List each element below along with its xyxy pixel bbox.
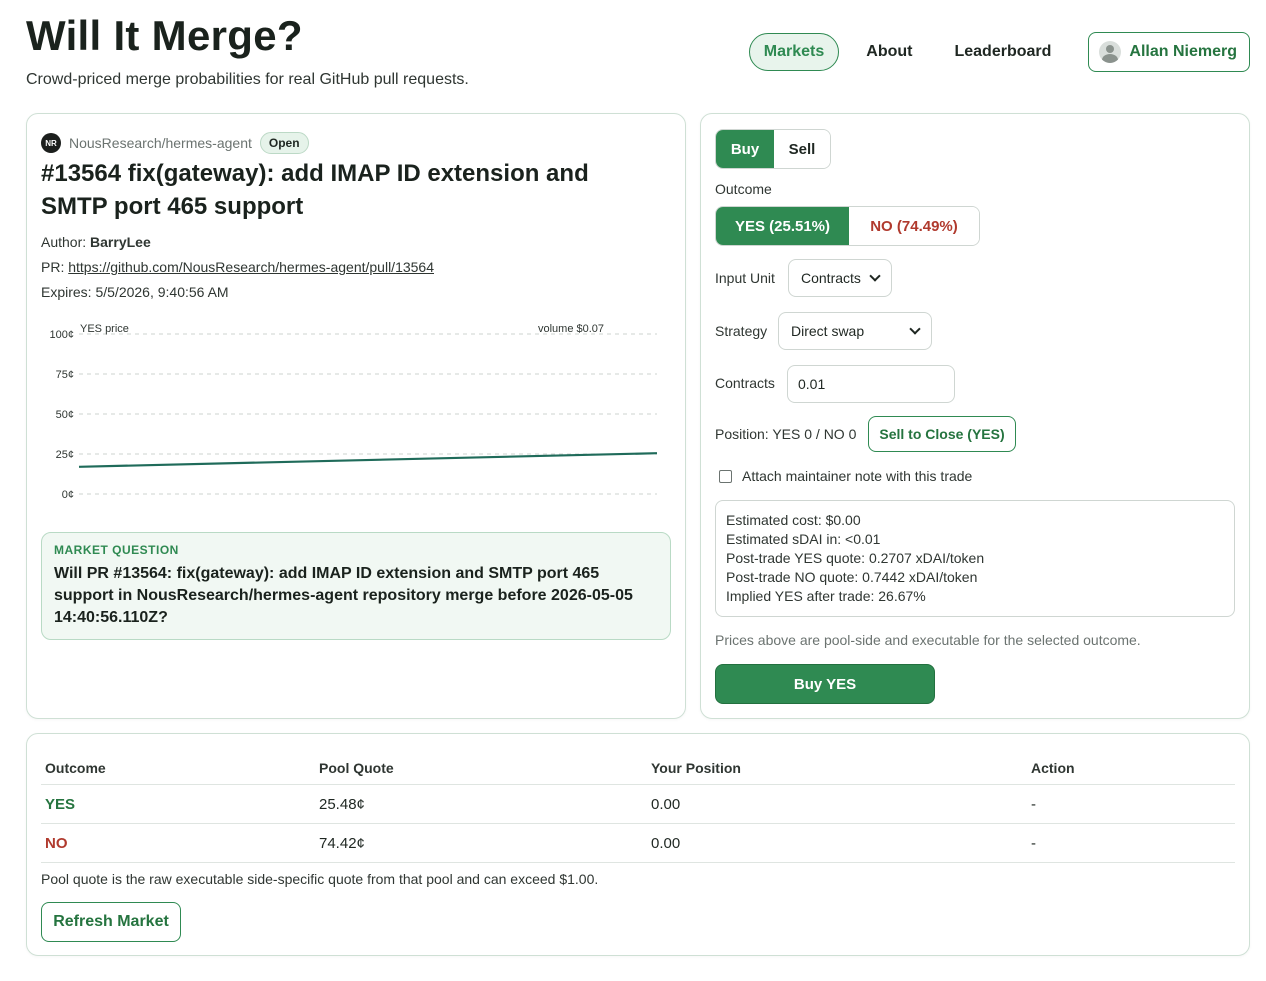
user-menu-button[interactable]: Allan Niemerg bbox=[1088, 32, 1250, 72]
outcome-label: Outcome bbox=[715, 181, 772, 197]
y-tick-label: 50¢ bbox=[56, 409, 74, 421]
estimate-line: Implied YES after trade: 26.67% bbox=[726, 588, 926, 604]
col-pool-quote: Pool Quote bbox=[319, 760, 394, 776]
market-question-text: Will PR #13564: fix(gateway): add IMAP I… bbox=[54, 565, 633, 626]
pr-link[interactable]: https://github.com/NousResearch/hermes-a… bbox=[68, 259, 434, 275]
pr-link-label: PR: bbox=[41, 259, 65, 275]
sell-to-close-button[interactable]: Sell to Close (YES) bbox=[868, 416, 1016, 452]
table-header: Outcome Pool Quote Your Position Action bbox=[41, 752, 1235, 785]
contracts-label: Contracts bbox=[715, 375, 775, 391]
sell-tab[interactable]: Sell bbox=[774, 130, 830, 168]
y-tick-label: 0¢ bbox=[62, 489, 74, 501]
buy-tab[interactable]: Buy bbox=[716, 130, 774, 168]
y-tick-label: 75¢ bbox=[56, 369, 74, 381]
market-question-label: MARKET QUESTION bbox=[54, 543, 179, 557]
strategy-label: Strategy bbox=[715, 323, 768, 339]
status-badge: Open bbox=[259, 132, 309, 154]
chevron-down-icon bbox=[869, 270, 881, 282]
attach-note-label: Attach maintainer note with this trade bbox=[742, 468, 973, 484]
outcome-toggle: YES (25.51%) NO (74.49%) bbox=[715, 206, 980, 246]
market-question-box: MARKET QUESTION Will PR #13564: fix(gate… bbox=[41, 532, 671, 640]
nav-markets[interactable]: Markets bbox=[748, 33, 840, 71]
chart-volume-label: volume $0.07 bbox=[538, 323, 604, 335]
trade-estimates: Estimated cost: $0.00 Estimated sDAI in:… bbox=[715, 500, 1235, 617]
y-tick-label: 25¢ bbox=[56, 449, 74, 461]
yes-outcome-button[interactable]: YES (25.51%) bbox=[716, 207, 849, 245]
author-name: BarryLee bbox=[90, 234, 151, 250]
estimate-line: Post-trade YES quote: 0.2707 xDAI/token bbox=[726, 550, 985, 566]
header: Will It Merge? Crowd-priced merge probab… bbox=[26, 12, 1250, 102]
row-action: - bbox=[1031, 834, 1036, 852]
estimate-line: Post-trade NO quote: 0.7442 xDAI/token bbox=[726, 569, 978, 585]
prices-note: Prices above are pool-side and executabl… bbox=[715, 632, 1141, 648]
author-label: Author: bbox=[41, 234, 87, 250]
row-quote: 74.42¢ bbox=[319, 834, 365, 852]
table-row: YES 25.48¢ 0.00 - bbox=[41, 785, 1235, 824]
repo-name: NousResearch/hermes-agent bbox=[69, 135, 252, 151]
pool-table: Outcome Pool Quote Your Position Action … bbox=[41, 752, 1235, 863]
no-outcome-button[interactable]: NO (74.49%) bbox=[849, 207, 979, 245]
price-chart-svg: 100¢ 75¢ 50¢ 25¢ 0¢ YES price volume $0.07 bbox=[50, 323, 658, 501]
attach-note-checkbox[interactable] bbox=[719, 469, 732, 483]
input-unit-label: Input Unit bbox=[715, 270, 775, 286]
input-unit-value: Contracts bbox=[801, 270, 861, 286]
strategy-value: Direct swap bbox=[791, 323, 865, 339]
buy-sell-toggle: Buy Sell bbox=[715, 129, 831, 169]
author-line: Author: BarryLee bbox=[41, 234, 151, 250]
price-chart: 100¢ 75¢ 50¢ 25¢ 0¢ YES price volume $0.07 bbox=[41, 314, 671, 514]
chevron-down-icon bbox=[909, 323, 921, 335]
site-title: Will It Merge? bbox=[26, 12, 303, 59]
repo-logo-icon: NR bbox=[41, 133, 61, 153]
position-text: Position: YES 0 / NO 0 bbox=[715, 426, 857, 442]
estimate-line: Estimated cost: $0.00 bbox=[726, 512, 861, 528]
pr-link-line: PR: https://github.com/NousResearch/herm… bbox=[41, 259, 434, 275]
refresh-market-button[interactable]: Refresh Market bbox=[41, 902, 181, 942]
col-action: Action bbox=[1031, 760, 1075, 776]
chart-legend-label: YES price bbox=[80, 323, 129, 335]
yes-price-line bbox=[78, 452, 658, 468]
row-position: 0.00 bbox=[651, 834, 681, 852]
table-row: NO 74.42¢ 0.00 - bbox=[41, 824, 1235, 863]
y-tick-label: 100¢ bbox=[50, 329, 74, 341]
avatar-icon bbox=[1099, 41, 1122, 63]
pool-note: Pool quote is the raw executable side-sp… bbox=[41, 871, 599, 887]
attach-note-row: Attach maintainer note with this trade bbox=[719, 468, 972, 484]
col-outcome: Outcome bbox=[45, 760, 106, 776]
row-quote: 25.48¢ bbox=[319, 795, 365, 813]
strategy-select[interactable]: Direct swap bbox=[778, 312, 932, 350]
estimate-line: Estimated sDAI in: <0.01 bbox=[726, 531, 881, 547]
contracts-input[interactable]: 0.01 bbox=[787, 365, 955, 403]
site-subtitle: Crowd-priced merge probabilities for rea… bbox=[26, 71, 469, 88]
input-unit-select[interactable]: Contracts bbox=[788, 259, 892, 297]
trade-card: Buy Sell Outcome YES (25.51%) NO (74.49%… bbox=[700, 113, 1250, 719]
user-name: Allan Niemerg bbox=[1129, 43, 1237, 60]
nav-about[interactable]: About bbox=[851, 33, 927, 71]
main-nav: Markets About Leaderboard Allan Niemerg bbox=[748, 32, 1250, 72]
pr-title: #13564 fix(gateway): add IMAP ID extensi… bbox=[41, 160, 589, 220]
col-your-position: Your Position bbox=[651, 760, 741, 776]
expires-line: Expires: 5/5/2026, 9:40:56 AM bbox=[41, 284, 229, 300]
nav-leaderboard[interactable]: Leaderboard bbox=[939, 33, 1066, 71]
row-action: - bbox=[1031, 795, 1036, 813]
pool-card: Outcome Pool Quote Your Position Action … bbox=[26, 733, 1250, 956]
market-card: NR NousResearch/hermes-agent Open #13564… bbox=[26, 113, 686, 719]
buy-yes-button[interactable]: Buy YES bbox=[715, 664, 935, 704]
row-position: 0.00 bbox=[651, 795, 681, 813]
repo-row: NR NousResearch/hermes-agent Open bbox=[41, 132, 309, 154]
row-outcome: YES bbox=[45, 795, 76, 813]
row-outcome: NO bbox=[45, 834, 68, 852]
